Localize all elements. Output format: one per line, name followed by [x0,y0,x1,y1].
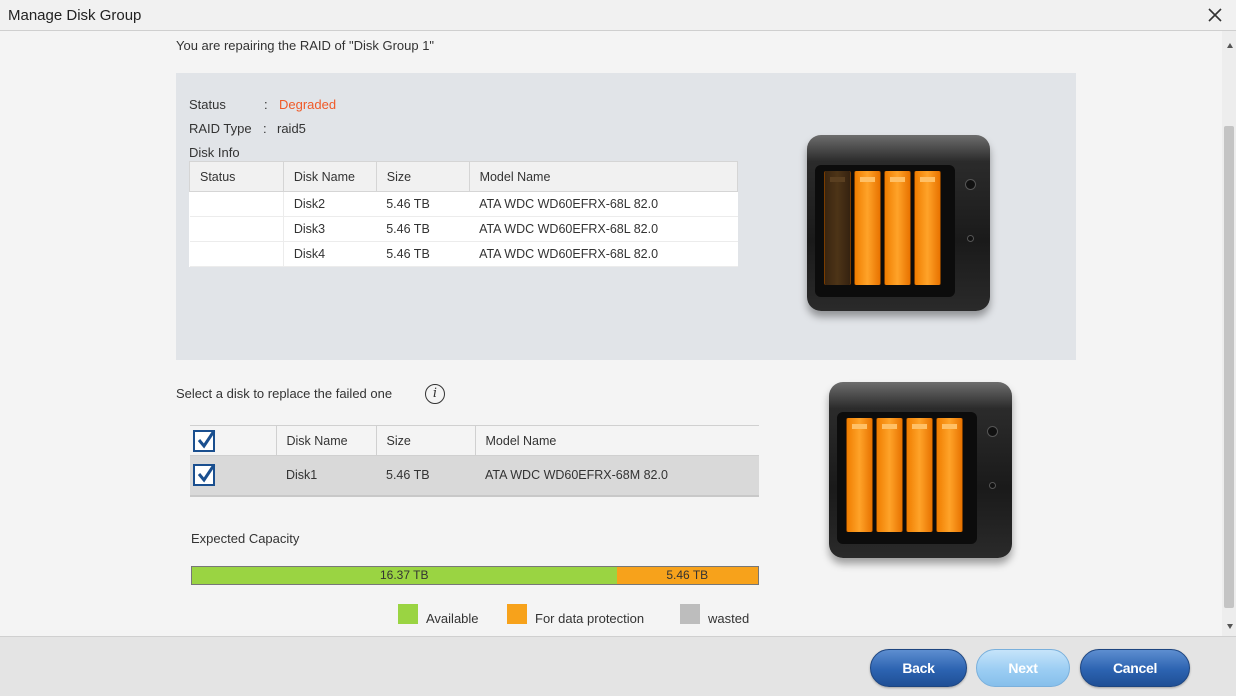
disk-info-label: Disk Info [189,145,240,160]
col-disk-name-header[interactable]: Disk Name [276,425,377,456]
status-row: Status: Degraded [189,97,336,112]
cell-status [189,191,284,217]
expected-capacity-label: Expected Capacity [191,531,300,546]
drive-bay-2 [876,418,903,532]
drive-bay-4 [914,171,941,285]
info-icon[interactable]: i [425,384,445,404]
select-all-header [190,425,277,456]
dialog-content: You are repairing the RAID of "Disk Grou… [0,31,1222,636]
dialog-title: Manage Disk Group [8,7,142,24]
cell-status [189,241,284,267]
legend-available-label: Available [426,611,479,626]
table-row[interactable]: Disk3 5.46 TB ATA WDC WD60EFRX-68L 82.0 [189,216,738,242]
status-separator: : [264,97,268,112]
cancel-button[interactable]: Cancel [1080,649,1190,687]
cell-size: 5.46 TB [376,455,475,497]
row-checkbox[interactable] [193,464,216,487]
drive-bay-1 [824,171,851,285]
cell-model-name: ATA WDC WD60EFRX-68L 82.0 [469,191,738,217]
raid-type-row: RAID Type: raid5 [189,121,306,136]
back-button[interactable]: Back [870,649,967,687]
cell-disk-name: Disk1 [276,455,376,497]
cell-model-name: ATA WDC WD60EFRX-68L 82.0 [469,216,738,242]
checkmark-icon [197,429,216,449]
legend-protection-swatch [507,604,527,624]
status-value: Degraded [279,97,337,112]
scroll-up-arrow-icon[interactable] [1227,43,1233,48]
replacement-disk-table: Disk Name Size Model Name Disk1 5.46 TB … [190,425,759,497]
select-disk-label: Select a disk to replace the failed one [176,386,393,401]
capacity-bar: 16.37 TB 5.46 TB [191,566,759,585]
nas-front-panel [815,165,955,297]
next-button[interactable]: Next [976,649,1070,687]
drive-bay-1 [846,418,873,532]
legend-protection-label: For data protection [535,611,645,626]
status-label: Status [189,97,226,112]
col-model-name-header[interactable]: Model Name [475,425,759,456]
repair-message: You are repairing the RAID of "Disk Grou… [176,38,435,53]
cell-size: 5.46 TB [376,216,470,242]
cell-size: 5.46 TB [376,191,470,217]
select-all-checkbox[interactable] [193,429,216,452]
dialog-footer: Back Next Cancel [0,636,1236,696]
table-row[interactable]: Disk2 5.46 TB ATA WDC WD60EFRX-68L 82.0 [189,191,738,217]
col-size-header[interactable]: Size [376,425,476,456]
capacity-protection-segment: 5.46 TB [616,567,758,584]
scroll-down-arrow-icon[interactable] [1227,624,1233,629]
raid-type-separator: : [263,121,267,136]
col-size-header[interactable]: Size [375,161,470,192]
cell-model-name: ATA WDC WD60EFRX-68M 82.0 [475,455,759,497]
nas-device-current-image [807,135,990,311]
col-model-name-header[interactable]: Model Name [468,161,739,192]
power-button-icon [965,179,976,190]
cell-disk-name: Disk4 [282,241,377,267]
cell-disk-name: Disk2 [282,191,377,217]
drive-bay-3 [906,418,933,532]
cell-model-name: ATA WDC WD60EFRX-68L 82.0 [469,241,738,267]
nas-front-panel [837,412,977,544]
raid-type-label: RAID Type [189,121,252,136]
drive-bay-3 [884,171,911,285]
cell-status [189,216,284,242]
disk-info-table: Status Disk Name Size Model Name Disk2 5… [189,161,739,267]
drive-bay-4 [936,418,963,532]
table-header-row: Disk Name Size Model Name [190,425,759,456]
row-checkbox-cell [190,455,276,497]
table-header-row: Status Disk Name Size Model Name [189,161,739,192]
drive-bay-2 [854,171,881,285]
usb-port-icon [989,482,996,489]
close-icon[interactable] [1206,6,1224,24]
cell-disk-name: Disk3 [282,216,377,242]
col-status-header[interactable]: Status [189,161,284,192]
dialog-titlebar: Manage Disk Group [0,0,1236,31]
capacity-available-segment: 16.37 TB [192,567,617,584]
legend-available-swatch [398,604,418,624]
table-row[interactable]: Disk1 5.46 TB ATA WDC WD60EFRX-68M 82.0 [190,455,759,497]
nas-device-new-image [829,382,1012,558]
power-button-icon [987,426,998,437]
cell-size: 5.46 TB [376,241,470,267]
legend-wasted-swatch [680,604,700,624]
disk-group-info-panel: Status: Degraded RAID Type: raid5 Disk Inf… [176,73,1076,360]
usb-port-icon [967,235,974,242]
legend-wasted-label: wasted [708,611,750,626]
col-disk-name-header[interactable]: Disk Name [282,161,377,192]
raid-type-value: raid5 [277,121,306,136]
scrollbar-thumb[interactable] [1224,126,1234,608]
table-row[interactable]: Disk4 5.46 TB ATA WDC WD60EFRX-68L 82.0 [189,241,738,267]
checkmark-icon [197,464,216,483]
